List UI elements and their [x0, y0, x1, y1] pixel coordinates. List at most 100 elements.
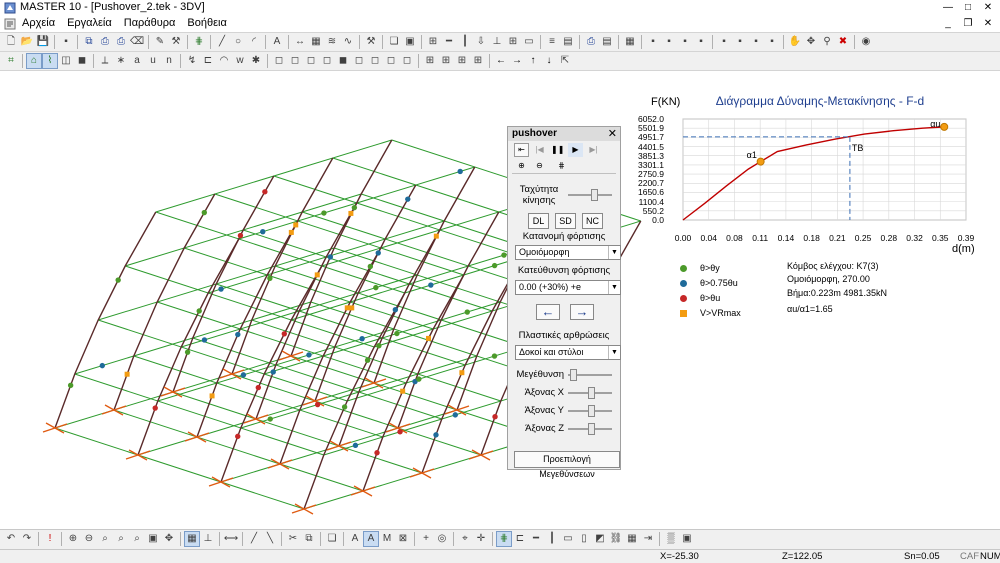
trim-icon[interactable]: ✂: [286, 532, 300, 546]
copy-icon[interactable]: ⧉: [82, 35, 96, 49]
distribution-select[interactable]: Ομοιόμορφη ▼: [515, 245, 621, 260]
speed-slider-thumb[interactable]: [591, 189, 598, 201]
layers-icon[interactable]: ❏: [387, 35, 401, 49]
mdi-close-button[interactable]: ✕: [980, 17, 996, 30]
delete-icon[interactable]: ✖: [836, 35, 850, 49]
ax-icon[interactable]: a: [130, 54, 144, 68]
model-icon[interactable]: ⌂: [26, 53, 42, 69]
frame-view4-icon[interactable]: ⊞: [471, 54, 485, 68]
save-icon[interactable]: 💾: [36, 35, 50, 49]
axes-icon[interactable]: ⟂: [98, 54, 112, 68]
line2-icon[interactable]: ╱: [247, 532, 261, 546]
zoom-out-icon[interactable]: ⊖: [532, 159, 547, 173]
box9-icon[interactable]: ◻: [400, 54, 414, 68]
hinges-select[interactable]: Δοκοί και στύλοι ▼: [515, 345, 621, 360]
mouse-icon[interactable]: ⌖: [458, 532, 472, 546]
mdi-minimize-button[interactable]: _: [940, 17, 956, 30]
chevron-down-icon[interactable]: ▼: [608, 281, 620, 294]
undo-icon[interactable]: ↶: [4, 532, 18, 546]
tree-icon[interactable]: ▪: [59, 35, 73, 49]
grid-icon[interactable]: ⋕: [192, 35, 206, 49]
cube-icon[interactable]: ◫: [59, 54, 73, 68]
menu-files[interactable]: Αρχεία: [22, 17, 55, 29]
box5-icon[interactable]: ◼: [336, 54, 350, 68]
end-icon[interactable]: ⇥: [641, 532, 655, 546]
ne-icon[interactable]: n: [162, 54, 176, 68]
dimension-icon[interactable]: ↔: [293, 35, 307, 49]
deformed-icon[interactable]: ↯: [185, 54, 199, 68]
calc-icon[interactable]: ▦: [623, 35, 637, 49]
aw-icon[interactable]: w: [233, 54, 247, 68]
hammer-icon[interactable]: ⚒: [364, 35, 378, 49]
axis-y-slider-thumb[interactable]: [588, 405, 595, 417]
direction-select[interactable]: 0.00 (+30%) +e ▼: [515, 280, 621, 295]
open-icon[interactable]: 📂: [20, 35, 34, 49]
measure-icon[interactable]: ⟷: [224, 532, 238, 546]
beam2-icon[interactable]: ━: [529, 532, 543, 546]
drawing-canvas[interactable]: [0, 71, 1000, 529]
frame-view2-icon[interactable]: ⊞: [439, 54, 453, 68]
menu-help[interactable]: Βοήθεια: [187, 17, 226, 29]
speed-slider[interactable]: [568, 194, 612, 196]
print-all-icon[interactable]: ⎙: [584, 35, 598, 49]
arc-icon[interactable]: ◜: [247, 35, 261, 49]
rebar-icon[interactable]: ≡: [545, 35, 559, 49]
pan-icon[interactable]: ✥: [162, 532, 176, 546]
play-icon[interactable]: ▶: [568, 143, 583, 157]
frame-a-icon[interactable]: ▪: [717, 35, 731, 49]
line3-icon[interactable]: ╲: [263, 532, 277, 546]
frame-icon[interactable]: ⊞: [426, 35, 440, 49]
sd-button[interactable]: SD: [555, 213, 576, 229]
slab-icon[interactable]: ▭: [522, 35, 536, 49]
text-icon[interactable]: A: [270, 35, 284, 49]
pattern-icon[interactable]: ≋: [325, 35, 339, 49]
col-c-icon[interactable]: ▪: [678, 35, 692, 49]
hand-icon[interactable]: ✋: [788, 35, 802, 49]
col-d-icon[interactable]: ▪: [694, 35, 708, 49]
pause-icon[interactable]: ❚❚: [550, 143, 565, 157]
box8-icon[interactable]: ◻: [384, 54, 398, 68]
box4-icon[interactable]: ◻: [320, 54, 334, 68]
redo-icon[interactable]: ↷: [20, 532, 34, 546]
mdi-restore-button[interactable]: ❐: [960, 17, 976, 30]
text-d-icon[interactable]: ⊠: [396, 532, 410, 546]
circle-icon[interactable]: ○: [231, 35, 245, 49]
frame-b-icon[interactable]: ▪: [733, 35, 747, 49]
moment-icon[interactable]: ◠: [217, 54, 231, 68]
report-icon[interactable]: ▤: [600, 35, 614, 49]
dl-button[interactable]: DL: [528, 213, 549, 229]
export-icon[interactable]: ⇱: [558, 54, 572, 68]
zoom-out-icon[interactable]: ⊖: [82, 532, 96, 546]
nc-button[interactable]: NC: [582, 213, 603, 229]
hatch-icon[interactable]: ▦: [309, 35, 323, 49]
frame-c-icon[interactable]: ▪: [749, 35, 763, 49]
box3-icon[interactable]: ◻: [304, 54, 318, 68]
eraser-icon[interactable]: ⌫: [130, 35, 144, 49]
arrow-right-icon[interactable]: →: [510, 54, 524, 68]
arrow-left-icon[interactable]: ←: [494, 54, 508, 68]
rewind-icon[interactable]: ⇤: [514, 143, 529, 157]
arrow-up-icon[interactable]: ↑: [526, 54, 540, 68]
column-icon[interactable]: ┃: [458, 35, 472, 49]
zoom-in-icon[interactable]: ⊕: [66, 532, 80, 546]
frame-view-icon[interactable]: ⊞: [423, 54, 437, 68]
arrow-right-button[interactable]: →: [570, 304, 594, 320]
beam-icon[interactable]: ━: [442, 35, 456, 49]
snap-icon[interactable]: ▦: [184, 531, 200, 547]
panel-header[interactable]: pushover ✕: [508, 127, 620, 141]
alert-icon[interactable]: !: [43, 532, 57, 546]
axis-z-slider-thumb[interactable]: [588, 423, 595, 435]
plus-icon[interactable]: +: [419, 532, 433, 546]
zoom-extents-icon[interactable]: ⌕: [114, 532, 128, 546]
pencil-icon[interactable]: ✎: [153, 35, 167, 49]
arrow-down-icon[interactable]: ↓: [542, 54, 556, 68]
frame-d-icon[interactable]: ▪: [765, 35, 779, 49]
walker-icon[interactable]: ⚲: [820, 35, 834, 49]
grid-view-icon[interactable]: ⋕: [554, 159, 569, 173]
box2-icon[interactable]: ◻: [288, 54, 302, 68]
chevron-down-icon[interactable]: ▼: [608, 246, 620, 259]
slab2-icon[interactable]: ▭: [561, 532, 575, 546]
chevron-down-icon[interactable]: ▼: [608, 346, 620, 359]
text-b-icon[interactable]: A: [363, 531, 379, 547]
color-cube-icon[interactable]: ◼: [75, 54, 89, 68]
